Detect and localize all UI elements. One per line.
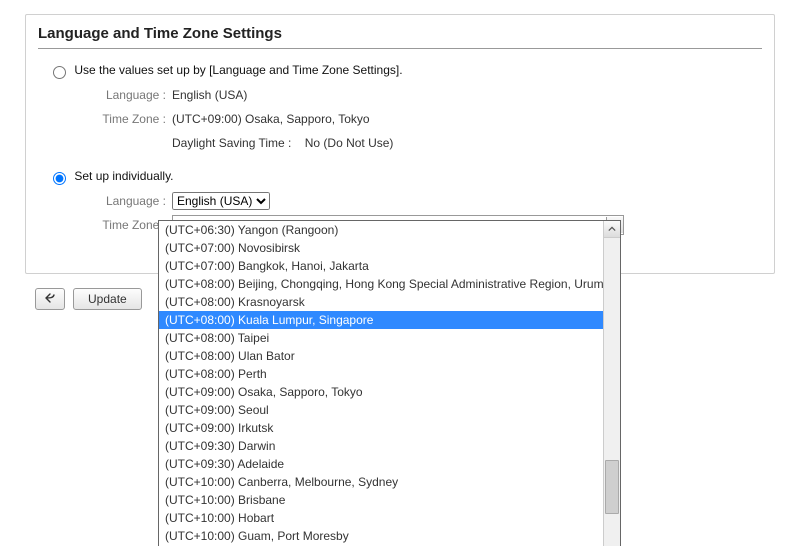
radio-use-defaults[interactable] [53, 66, 66, 79]
defaults-dst-row: Daylight Saving Time : No (Do Not Use) [172, 136, 393, 150]
individual-language-label: Language : [38, 194, 172, 208]
timezone-option[interactable]: (UTC+06:30) Yangon (Rangoon) [159, 221, 603, 239]
timezone-option[interactable]: (UTC+09:30) Adelaide [159, 455, 603, 473]
dropdown-scrollbar[interactable] [603, 221, 620, 546]
radio-use-defaults-row[interactable]: Use the values set up by [Language and T… [38, 59, 762, 83]
defaults-timezone-label: Time Zone : [38, 112, 172, 126]
timezone-option[interactable]: (UTC+09:00) Irkutsk [159, 419, 603, 437]
timezone-option[interactable]: (UTC+10:00) Hobart [159, 509, 603, 527]
timezone-option[interactable]: (UTC+09:00) Seoul [159, 401, 603, 419]
defaults-timezone-value: (UTC+09:00) Osaka, Sapporo, Tokyo [172, 112, 370, 126]
scrollbar-track[interactable] [604, 238, 620, 546]
update-button[interactable]: Update [73, 288, 142, 310]
timezone-option[interactable]: (UTC+10:00) Canberra, Melbourne, Sydney [159, 473, 603, 491]
timezone-option[interactable]: (UTC+10:00) Brisbane [159, 491, 603, 509]
defaults-language-label: Language : [38, 88, 172, 102]
timezone-option[interactable]: (UTC+08:00) Beijing, Chongqing, Hong Kon… [159, 275, 603, 293]
timezone-option[interactable]: (UTC+10:00) Guam, Port Moresby [159, 527, 603, 545]
timezone-option[interactable]: (UTC+09:00) Osaka, Sapporo, Tokyo [159, 383, 603, 401]
radio-use-defaults-label[interactable]: Use the values set up by [Language and T… [48, 63, 403, 77]
timezone-option[interactable]: (UTC+08:00) Perth [159, 365, 603, 383]
defaults-dst-label: Daylight Saving Time : [172, 136, 291, 150]
radio-use-defaults-text: Use the values set up by [Language and T… [74, 63, 402, 77]
language-select[interactable]: English (USA) [172, 192, 270, 210]
timezone-option[interactable]: (UTC+08:00) Krasnoyarsk [159, 293, 603, 311]
back-arrow-icon [44, 292, 56, 306]
timezone-option[interactable]: (UTC+08:00) Ulan Bator [159, 347, 603, 365]
panel-title: Language and Time Zone Settings [38, 21, 762, 48]
radio-individual-row[interactable]: Set up individually. [38, 165, 762, 189]
scroll-up-icon[interactable] [604, 221, 620, 238]
timezone-dropdown[interactable]: (UTC+06:30) Yangon (Rangoon)(UTC+07:00) … [158, 220, 621, 546]
defaults-language-value: English (USA) [172, 88, 247, 102]
individual-timezone-label: Time Zone : [38, 218, 172, 232]
timezone-option[interactable]: (UTC+07:00) Novosibirsk [159, 239, 603, 257]
scrollbar-thumb[interactable] [605, 460, 619, 514]
radio-individual-text: Set up individually. [74, 169, 173, 183]
title-divider [38, 48, 762, 49]
timezone-option[interactable]: (UTC+09:30) Darwin [159, 437, 603, 455]
timezone-option[interactable]: (UTC+08:00) Taipei [159, 329, 603, 347]
radio-individual[interactable] [53, 172, 66, 185]
timezone-dropdown-list[interactable]: (UTC+06:30) Yangon (Rangoon)(UTC+07:00) … [159, 221, 603, 546]
defaults-dst-value: No (Do Not Use) [305, 136, 394, 150]
back-button[interactable] [35, 288, 65, 310]
timezone-option[interactable]: (UTC+07:00) Bangkok, Hanoi, Jakarta [159, 257, 603, 275]
radio-individual-label[interactable]: Set up individually. [48, 169, 174, 183]
timezone-option[interactable]: (UTC+08:00) Kuala Lumpur, Singapore [159, 311, 603, 329]
update-button-label: Update [88, 292, 127, 306]
